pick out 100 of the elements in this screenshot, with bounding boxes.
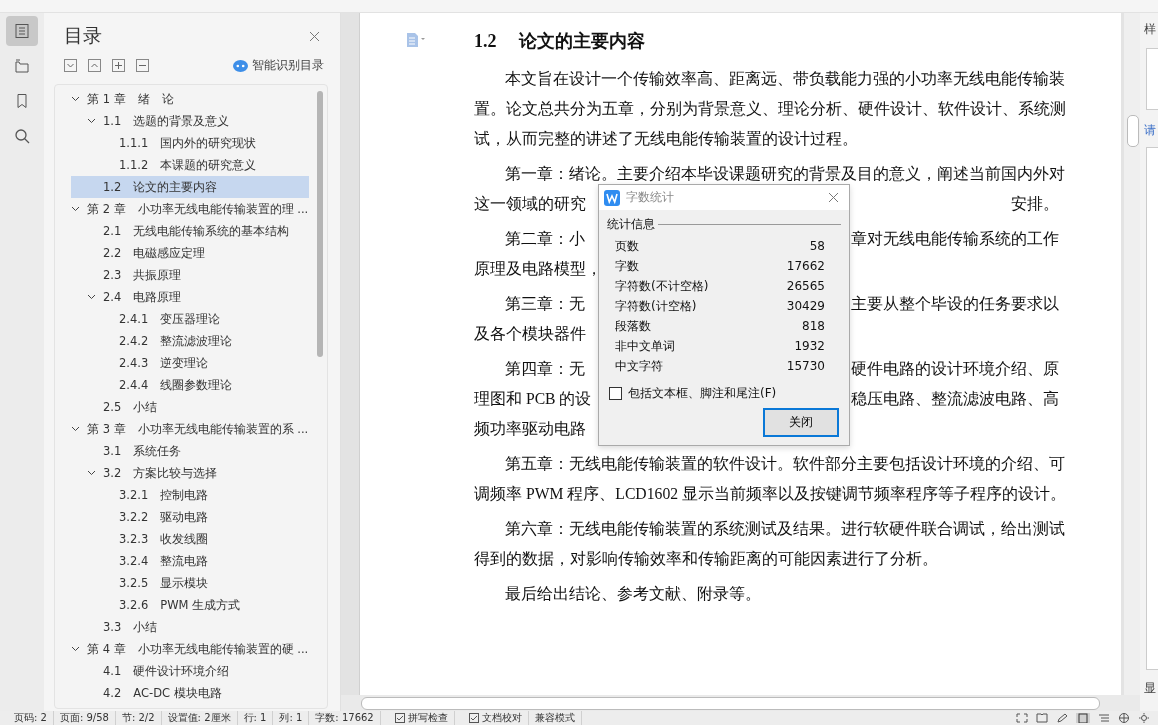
body-text: 第一章：绪论。主要介绍本毕设课题研究的背景及目的意义，阐述当前国内外对 xyxy=(505,164,1065,184)
sun-icon[interactable] xyxy=(1138,713,1150,723)
status-item[interactable]: 列: 1 xyxy=(273,711,310,725)
chevron-down-icon[interactable] xyxy=(86,294,96,300)
smart-toc-link[interactable]: 智能识别目录 xyxy=(252,57,324,74)
status-item[interactable]: 字数: 17662 xyxy=(309,711,381,725)
section-heading: 1.2 论文的主要内容 xyxy=(474,30,646,53)
panel-label: 样 xyxy=(1143,21,1157,38)
page-view-icon[interactable] xyxy=(1076,713,1090,723)
toc-item[interactable]: 1.2 论文的主要内容 xyxy=(71,176,309,198)
vertical-scrollbar[interactable] xyxy=(1124,13,1140,695)
toc-item[interactable]: 2.1 无线电能传输系统的基本结构 xyxy=(71,220,309,242)
body-text: 本文旨在设计一个传输效率高、距离远、带负载能力强的小功率无线电能传输装 xyxy=(505,69,1065,89)
body-text: 第四章：无 xyxy=(505,359,585,379)
body-text: 安排。 xyxy=(1011,194,1059,214)
toc-item[interactable]: 3.2.2 驱动电路 xyxy=(87,506,309,528)
toc-item[interactable]: 3.2.5 显示模块 xyxy=(87,572,309,594)
status-item[interactable]: 节: 2/2 xyxy=(115,711,162,725)
minus-icon[interactable] xyxy=(136,59,149,72)
stat-label: 字符数(不计空格) xyxy=(615,277,709,295)
stat-value: 15730 xyxy=(786,359,825,373)
stat-label: 页数 xyxy=(615,237,639,255)
toc-item[interactable]: 2.5 小结 xyxy=(71,396,309,418)
body-text: 第五章：无线电能传输装置的软件设计。软件部分主要包括设计环境的介绍、可 xyxy=(505,454,1065,474)
body-text: 试，从而完整的讲述了无线电能传输装置的设计过程。 xyxy=(474,129,858,149)
toc-item[interactable]: 1.1 选题的背景及意义 xyxy=(71,110,309,132)
body-text: 及各个模块器件 xyxy=(474,324,586,344)
toc-item[interactable]: 第 2 章 小功率无线电能传输装置的理 ... xyxy=(55,198,309,220)
toc-item[interactable]: 2.4.1 变压器理论 xyxy=(87,308,309,330)
plus-icon[interactable] xyxy=(112,59,125,72)
chevron-down-icon[interactable] xyxy=(86,470,96,476)
toc-item[interactable]: 2.4.4 线圈参数理论 xyxy=(87,374,309,396)
status-item[interactable]: 行: 1 xyxy=(237,711,274,725)
stat-value: 1932 xyxy=(794,339,825,353)
panel-link[interactable]: 请 xyxy=(1140,110,1158,139)
body-text: 第六章：无线电能传输装置的系统测试及结果。进行软硬件联合调试，给出测试 xyxy=(505,519,1065,539)
toc-item[interactable]: 3.2.6 PWM 生成方式 xyxy=(87,594,309,616)
toc-item[interactable]: 2.4 电路原理 xyxy=(71,286,309,308)
pen-icon[interactable] xyxy=(1056,713,1068,723)
stat-value: 17662 xyxy=(786,259,825,273)
status-item[interactable]: 拼写检查 xyxy=(407,711,448,725)
status-item[interactable]: 设置值: 2厘米 xyxy=(161,711,238,725)
navigation-pane-icon xyxy=(14,58,30,74)
body-text: 第三章：无 xyxy=(505,294,585,314)
chevron-down-icon[interactable] xyxy=(70,96,80,102)
body-text: 硬件电路的设计环境介绍、原 xyxy=(851,359,1059,379)
body-text: 这一领域的研究 xyxy=(474,194,586,214)
body-text: 原理及电路模型， xyxy=(474,259,602,279)
toc-item[interactable]: 3.2 方案比较与选择 xyxy=(71,462,309,484)
group-label: 统计信息 xyxy=(607,216,655,233)
body-text: 主要从整个毕设的任务要求以 xyxy=(851,294,1059,314)
toc-item[interactable]: 4.2 AC-DC 模块电路 xyxy=(71,682,309,704)
expand-icon[interactable] xyxy=(64,59,77,72)
status-item[interactable]: 页面: 9/58 xyxy=(53,711,116,725)
toc-item[interactable]: 3.2.1 控制电路 xyxy=(87,484,309,506)
app-logo-icon xyxy=(604,189,620,206)
robot-icon xyxy=(233,59,248,72)
toc-item[interactable]: 3.2.3 收发线圈 xyxy=(87,528,309,550)
outline-icon xyxy=(14,23,30,39)
body-text: 稳压电路、整流滤波电路、高 xyxy=(851,389,1059,409)
toc-item[interactable]: 3.2.4 整流电路 xyxy=(87,550,309,572)
toc-item[interactable]: 第 1 章 绪 论 xyxy=(55,88,309,110)
close-button[interactable]: 关闭 xyxy=(763,408,839,437)
chevron-down-icon[interactable] xyxy=(70,426,80,432)
collapse-icon[interactable] xyxy=(88,59,101,72)
rail-button[interactable] xyxy=(6,16,38,46)
body-text: 最后给出结论、参考文献、附录等。 xyxy=(505,584,761,604)
checkbox-label[interactable]: 包括文本框、脚注和尾注(F) xyxy=(628,385,777,402)
chevron-down-icon[interactable] xyxy=(86,118,96,124)
toc-item[interactable]: 2.4.2 整流滤波理论 xyxy=(87,330,309,352)
horizontal-scrollbar[interactable] xyxy=(361,696,1100,710)
body-text: 调频率 PWM 程序、LCD1602 显示当前频率以及按键调节频率程序等子程序的设计。 xyxy=(474,484,1066,504)
book-icon[interactable] xyxy=(1036,713,1048,723)
search-icon xyxy=(14,128,30,144)
checkbox-icon xyxy=(468,713,479,723)
status-item[interactable]: 页码: 2 xyxy=(8,711,54,725)
toc-item[interactable]: 4.1 硬件设计环境介绍 xyxy=(71,660,309,682)
toc-item[interactable]: 第 4 章 小功率无线电能传输装置的硬 ... xyxy=(55,638,309,660)
toc-item[interactable]: 3.3 小结 xyxy=(71,616,309,638)
body-text: 得到的数据，对影响传输效率和传输距离的可能因素进行了分析。 xyxy=(474,549,938,569)
status-item[interactable]: 文档校对 xyxy=(481,711,522,725)
checkbox[interactable] xyxy=(609,387,622,400)
toc-item[interactable]: 2.2 电磁感应定理 xyxy=(71,242,309,264)
stat-value: 30429 xyxy=(786,299,825,313)
globe-icon[interactable] xyxy=(1118,713,1130,723)
toc-item[interactable]: 2.3 共振原理 xyxy=(71,264,309,286)
chevron-down-icon[interactable] xyxy=(70,646,80,652)
close-icon[interactable] xyxy=(828,192,839,203)
close-icon[interactable] xyxy=(309,30,320,42)
chevron-down-icon[interactable] xyxy=(70,206,80,212)
toc-item[interactable]: 1.1.2 本课题的研究意义 xyxy=(87,154,309,176)
status-item[interactable]: 兼容模式 xyxy=(528,711,582,725)
scrollbar-thumb[interactable] xyxy=(317,91,323,357)
toc-item[interactable]: 2.4.3 逆变理论 xyxy=(87,352,309,374)
stat-label: 段落数 xyxy=(615,317,651,335)
toc-item[interactable]: 3.1 系统任务 xyxy=(71,440,309,462)
toc-item[interactable]: 1.1.1 国内外的研究现状 xyxy=(87,132,309,154)
toc-item[interactable]: 第 3 章 小功率无线电能传输装置的系 ... xyxy=(55,418,309,440)
stat-value: 818 xyxy=(802,319,825,333)
expand-icon[interactable] xyxy=(1016,713,1028,723)
